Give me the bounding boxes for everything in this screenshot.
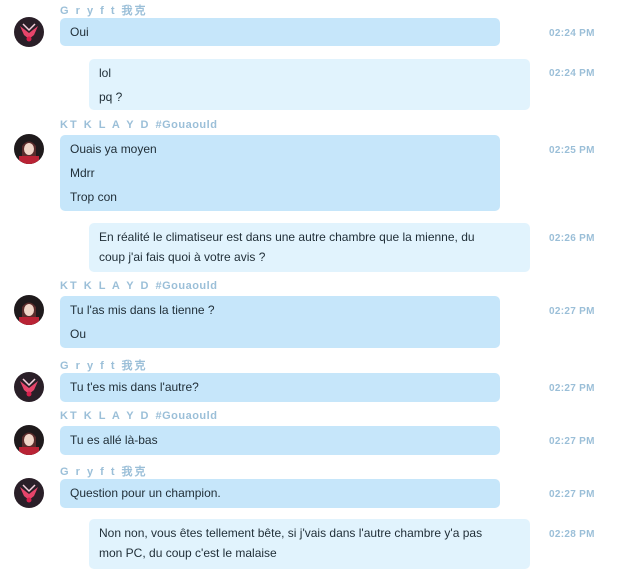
gryft-avatar-icon [14, 372, 44, 402]
message-text: Tu t'es mis dans l'autre? [70, 380, 199, 394]
message-text: mon PC, du coup c'est le malaise [99, 546, 277, 560]
message-bubble[interactable]: Tu es allé là-bas [60, 426, 500, 455]
message-bubble[interactable]: Non non, vous êtes tellement bête, si j'… [89, 519, 530, 569]
klayd-avatar-icon [14, 425, 44, 455]
gryft-avatar-icon [14, 478, 44, 508]
message-bubble[interactable]: Tu l'as mis dans la tienne ? Ou [60, 296, 500, 348]
avatar-klayd[interactable] [14, 425, 44, 455]
message-timestamp: 02:24 PM [549, 68, 595, 79]
message-text: Non non, vous êtes tellement bête, si j'… [99, 526, 483, 540]
message-timestamp: 02:27 PM [549, 489, 595, 500]
message-bubble[interactable]: Ouais ya moyen Mdrr Trop con [60, 135, 500, 211]
message-bubble[interactable]: En réalité le climatiseur est dans une a… [89, 223, 530, 272]
message-bubble[interactable]: Question pour un champion. [60, 479, 500, 508]
message-text: Tu es allé là-bas [70, 433, 158, 447]
message-text: coup j'ai fais quoi à votre avis ? [99, 250, 266, 264]
avatar-klayd[interactable] [14, 134, 44, 164]
sender-tag: #Gouaould [155, 410, 218, 422]
message-text: Tu l'as mis dans la tienne ? [70, 303, 215, 317]
message-timestamp: 02:27 PM [549, 436, 595, 447]
message-text: pq ? [99, 90, 123, 104]
message-text: lol [99, 66, 112, 80]
sender-name-gryft[interactable]: G r y f t 我克 [60, 463, 148, 479]
gryft-avatar-icon [14, 17, 44, 47]
sender-name: KT K L A Y D [60, 410, 151, 422]
message-text: Mdrr [70, 166, 95, 180]
message-text: Ouais ya moyen [70, 142, 157, 156]
avatar-gryft[interactable] [14, 17, 44, 47]
message-timestamp: 02:27 PM [549, 383, 595, 394]
sender-name-klayd[interactable]: KT K L A Y D #Gouaould [60, 280, 217, 292]
avatar-gryft[interactable] [14, 478, 44, 508]
sender-name-klayd[interactable]: KT K L A Y D #Gouaould [60, 119, 217, 131]
klayd-avatar-icon [14, 295, 44, 325]
sender-name: KT K L A Y D [60, 119, 151, 131]
sender-tag: #Gouaould [155, 119, 218, 131]
avatar-gryft[interactable] [14, 372, 44, 402]
message-text: Question pour un champion. [70, 486, 221, 500]
sender-name-gryft[interactable]: G r y f t 我克 [60, 2, 148, 18]
message-bubble[interactable]: Oui [60, 18, 500, 46]
sender-name-gryft[interactable]: G r y f t 我克 [60, 357, 148, 373]
avatar-klayd[interactable] [14, 295, 44, 325]
sender-name: KT K L A Y D [60, 280, 151, 292]
sender-tag: #Gouaould [155, 280, 218, 292]
message-text: Trop con [70, 190, 117, 204]
message-timestamp: 02:25 PM [549, 145, 595, 156]
message-text: Oui [70, 25, 89, 39]
message-timestamp: 02:26 PM [549, 233, 595, 244]
message-bubble[interactable]: Tu t'es mis dans l'autre? [60, 373, 500, 402]
message-timestamp: 02:27 PM [549, 306, 595, 317]
sender-name-klayd[interactable]: KT K L A Y D #Gouaould [60, 410, 217, 422]
klayd-avatar-icon [14, 134, 44, 164]
message-timestamp: 02:24 PM [549, 28, 595, 39]
message-timestamp: 02:28 PM [549, 529, 595, 540]
message-text: En réalité le climatiseur est dans une a… [99, 230, 475, 244]
message-bubble[interactable]: lol pq ? [89, 59, 530, 110]
message-text: Ou [70, 327, 87, 341]
